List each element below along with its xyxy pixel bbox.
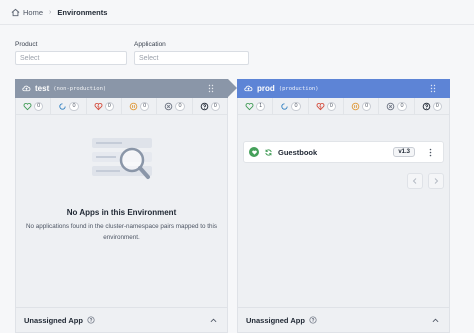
breadcrumb: Home › Environments — [11, 5, 107, 19]
next-page-button[interactable] — [428, 173, 444, 189]
unassigned-app-footer[interactable]: Unassigned App — [238, 307, 449, 332]
product-filter: Product Select — [15, 41, 127, 65]
breadcrumb-home[interactable]: Home — [23, 8, 43, 17]
app-card-guestbook[interactable]: Guestbook v1.3 — [243, 141, 444, 163]
status-degraded[interactable]: 0 — [309, 98, 344, 114]
application-filter-label: Application — [134, 41, 166, 48]
status-count: 0 — [175, 101, 185, 111]
unassigned-app-label: Unassigned App — [24, 315, 83, 325]
status-count: 0 — [69, 101, 79, 111]
environment-body-prod: 1 0 0 0 0 0 Guestbook v1.3 Unassigned Ap… — [237, 98, 450, 333]
unassigned-app-label: Unassigned App — [246, 315, 305, 325]
environment-name: prod — [257, 84, 275, 93]
status-suspended[interactable]: 0 — [344, 98, 380, 114]
header-divider — [0, 24, 474, 25]
pagination — [407, 173, 444, 189]
breadcrumb-current: Environments — [57, 7, 108, 17]
status-count: 0 — [397, 101, 407, 111]
home-icon — [11, 8, 20, 16]
heart-icon — [245, 102, 254, 110]
cloud-icon — [244, 85, 253, 92]
application-filter: Application Select — [134, 41, 249, 65]
environment-header-test: test (non-production) — [15, 79, 237, 98]
status-unknown[interactable]: 0 — [193, 98, 227, 114]
environment-column-prod: prod (production) 1 0 0 0 0 0 Guestbook … — [237, 79, 450, 333]
status-count: 0 — [140, 101, 150, 111]
environment-column-test: test (non-production) 0 0 0 0 0 0 No App… — [15, 79, 237, 333]
status-missing[interactable]: 0 — [157, 98, 193, 114]
help-icon[interactable] — [87, 316, 95, 324]
pause-icon — [351, 102, 360, 110]
heart-icon — [23, 102, 32, 110]
previous-page-button[interactable] — [407, 173, 423, 189]
status-summary: 0 0 0 0 0 0 — [16, 98, 227, 115]
empty-state-title: No Apps in this Environment — [66, 208, 177, 217]
chevron-right-icon — [434, 178, 439, 184]
healthy-status-icon — [249, 147, 259, 157]
status-progressing[interactable]: 0 — [273, 98, 309, 114]
status-progressing[interactable]: 0 — [51, 98, 87, 114]
cloud-icon — [22, 85, 31, 92]
product-filter-label: Product — [15, 41, 38, 48]
help-icon[interactable] — [309, 316, 317, 324]
environment-type: (production) — [278, 85, 319, 92]
environment-header-prod: prod (production) — [237, 79, 450, 98]
chevron-left-icon — [412, 178, 417, 184]
unassigned-app-footer[interactable]: Unassigned App — [16, 307, 227, 332]
progressing-icon — [59, 102, 67, 110]
drag-handle-icon[interactable] — [430, 84, 436, 93]
status-count: 0 — [362, 101, 372, 111]
missing-icon — [387, 102, 395, 110]
synced-icon — [265, 148, 272, 156]
status-degraded[interactable]: 0 — [87, 98, 122, 114]
chevron-up-icon[interactable] — [210, 317, 217, 324]
environment-name: test — [35, 84, 50, 93]
empty-state: No Apps in this Environment No applicati… — [16, 128, 227, 243]
missing-icon — [165, 102, 173, 110]
status-count: 0 — [291, 101, 301, 111]
product-select[interactable]: Select — [15, 51, 127, 65]
chevron-up-icon[interactable] — [432, 317, 439, 324]
status-count: 0 — [326, 101, 336, 111]
empty-search-illustration — [91, 138, 152, 179]
more-options-icon[interactable] — [429, 148, 432, 157]
status-count: 0 — [432, 101, 442, 111]
breadcrumb-separator-icon: › — [49, 8, 52, 16]
pause-icon — [129, 102, 138, 110]
app-version-badge: v1.3 — [393, 147, 415, 157]
drag-handle-icon[interactable] — [208, 84, 214, 93]
progressing-icon — [281, 102, 289, 110]
environment-body-test: 0 0 0 0 0 0 No Apps in this Environment … — [15, 98, 228, 333]
app-name[interactable]: Guestbook — [278, 148, 317, 157]
header-arrow — [228, 79, 237, 97]
question-icon — [200, 102, 209, 110]
empty-state-description: No applications found in the cluster-nam… — [25, 223, 218, 241]
question-icon — [422, 102, 431, 110]
status-count: 0 — [34, 101, 44, 111]
status-count: 1 — [256, 101, 266, 111]
status-count: 0 — [210, 101, 220, 111]
status-healthy[interactable]: 0 — [16, 98, 52, 114]
status-summary: 1 0 0 0 0 0 — [238, 98, 449, 115]
broken-heart-icon — [316, 102, 325, 110]
status-healthy[interactable]: 1 — [238, 98, 274, 114]
application-select[interactable]: Select — [134, 51, 249, 65]
status-count: 0 — [104, 101, 114, 111]
environment-type: (non-production) — [53, 85, 107, 92]
broken-heart-icon — [94, 102, 103, 110]
status-missing[interactable]: 0 — [379, 98, 415, 114]
status-suspended[interactable]: 0 — [122, 98, 158, 114]
status-unknown[interactable]: 0 — [415, 98, 449, 114]
